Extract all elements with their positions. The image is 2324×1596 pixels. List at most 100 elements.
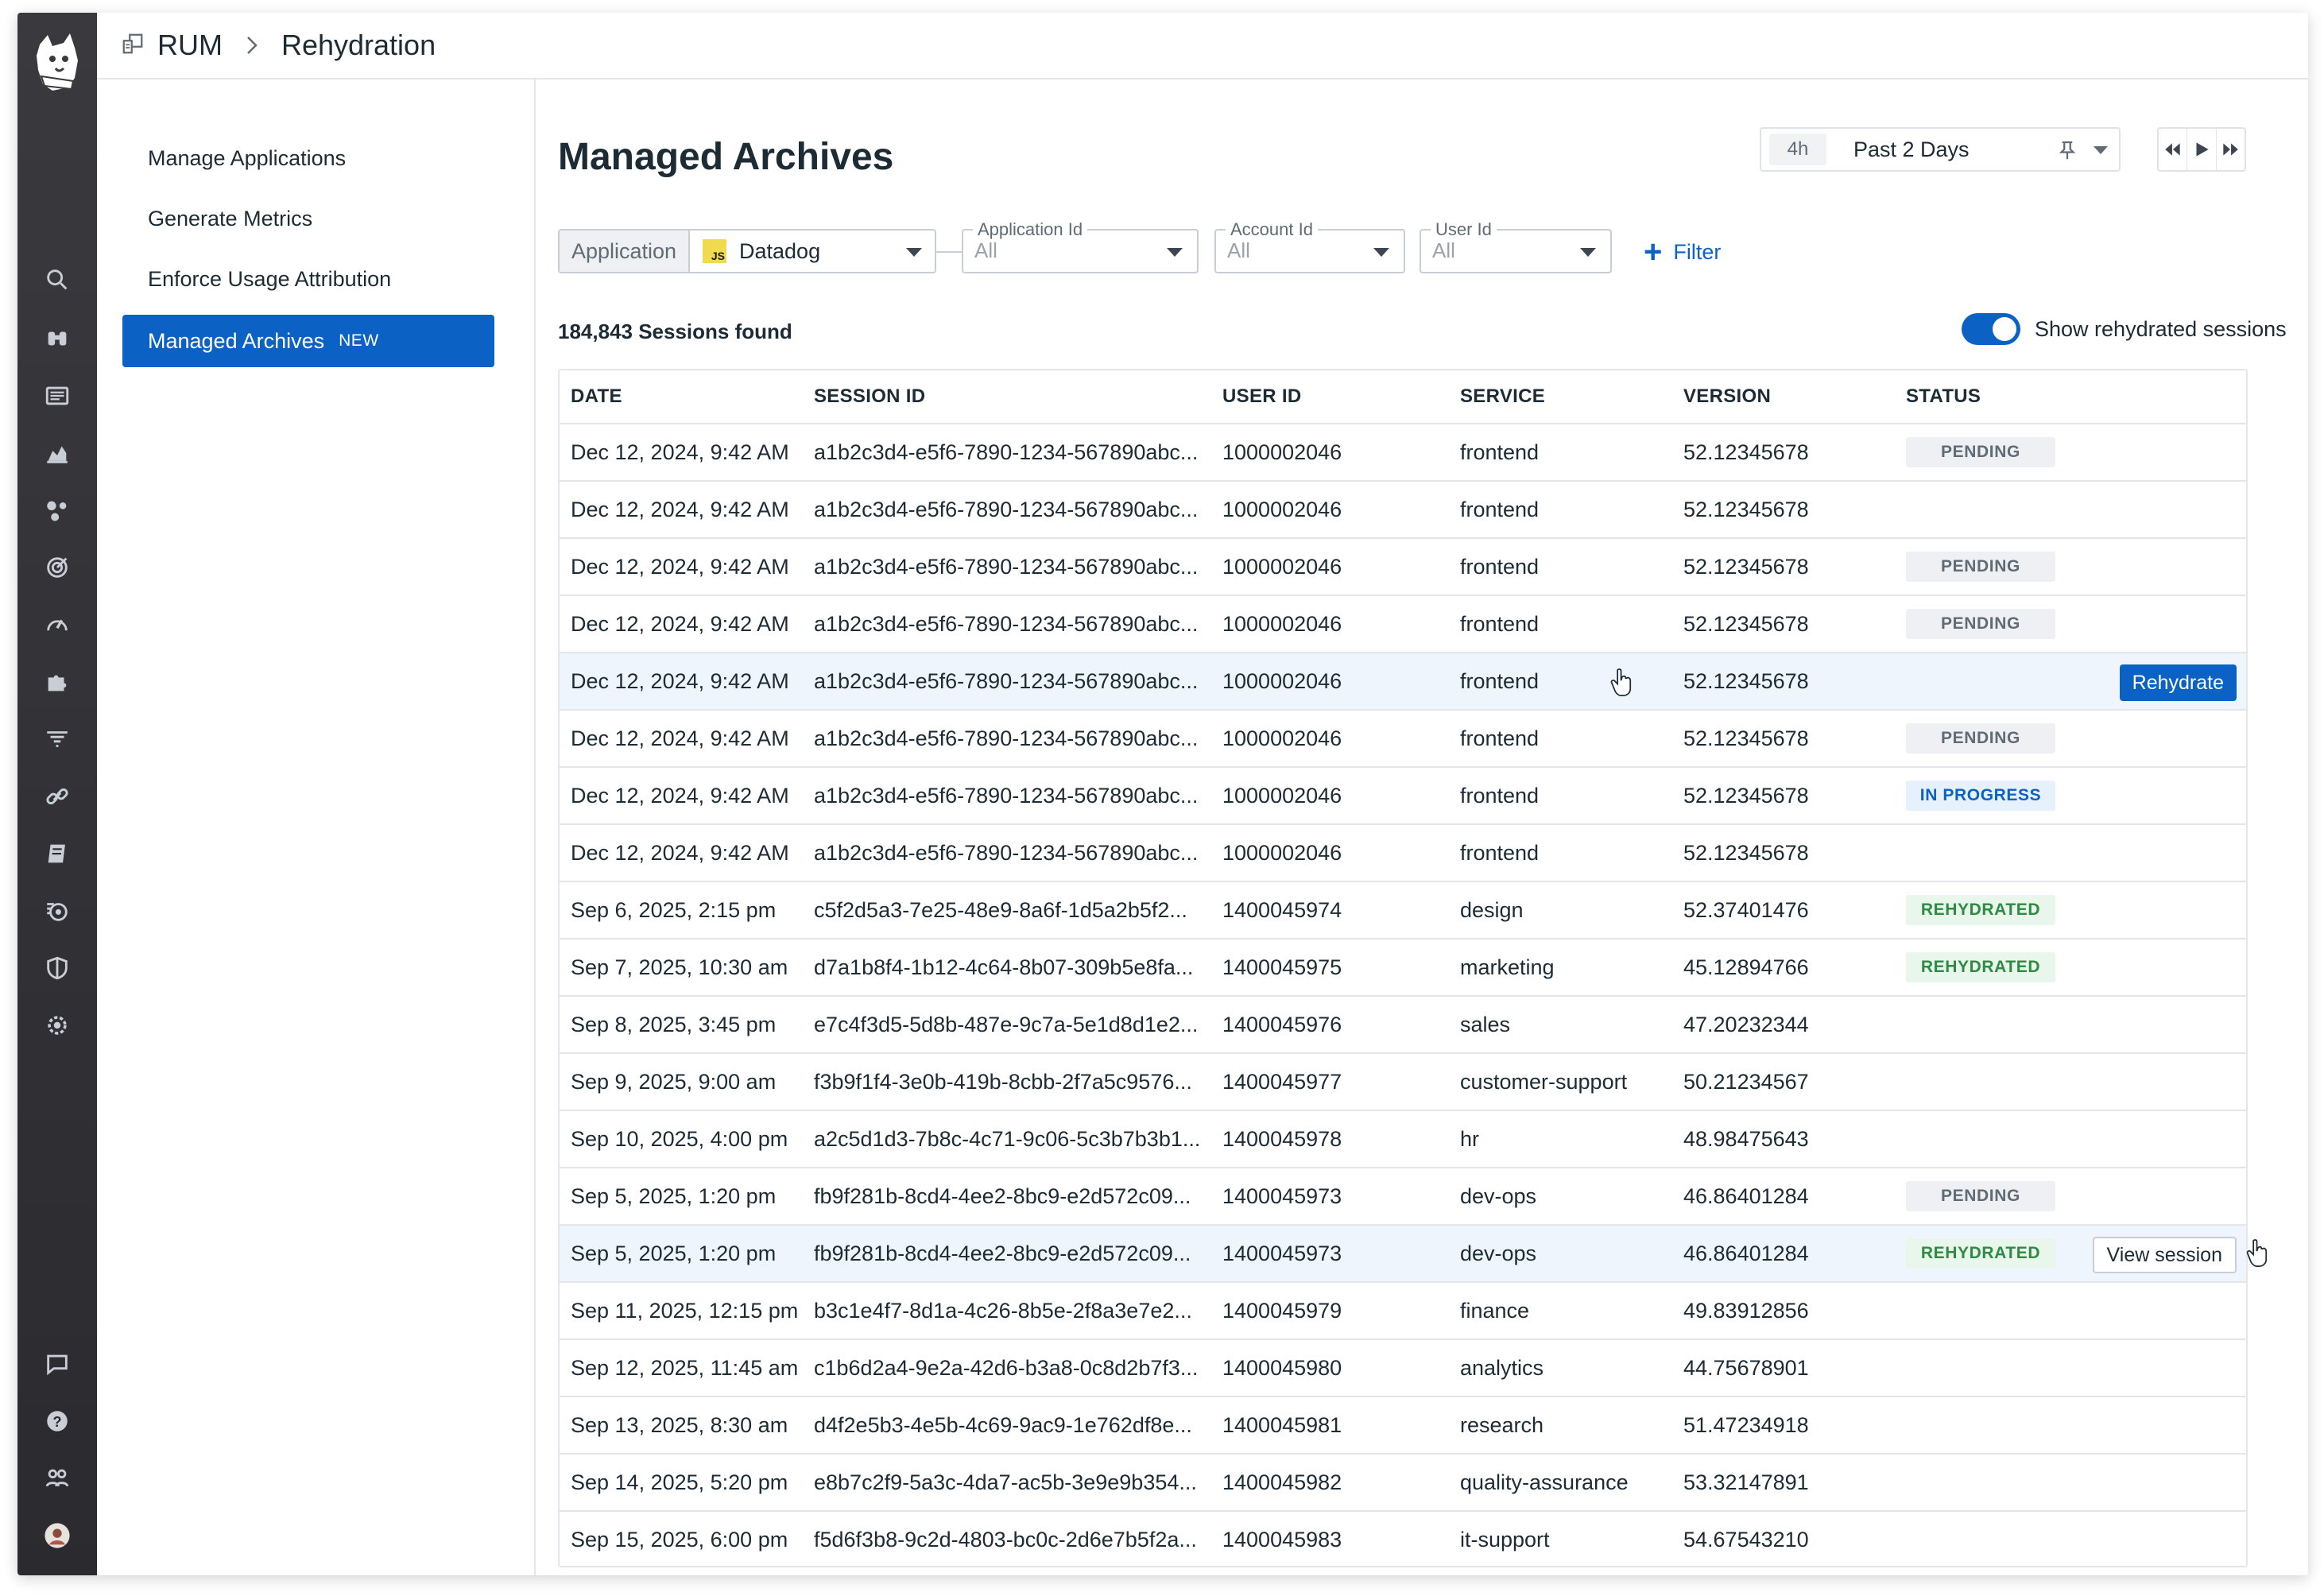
cell-session-id: fb9f281b-8cd4-4ee2-8bc9-e2d572c09...	[814, 1183, 1191, 1208]
table-row[interactable]: Sep 14, 2025, 5:20 pm e8b7c2f9-5a3c-4da7-…	[560, 1455, 2246, 1512]
status-badge: PENDING	[1906, 723, 2055, 753]
cell-service: frontend	[1460, 668, 1540, 693]
user-id-value: All	[1432, 238, 1455, 262]
column-header-version[interactable]: VERSION	[1683, 385, 1906, 408]
table-row[interactable]: Sep 12, 2025, 11:45 am c1b6d2a4-9e2a-42d6…	[560, 1340, 2246, 1397]
time-range-badge: 4h	[1769, 134, 1826, 165]
user-id-filter[interactable]: User Id All	[1420, 219, 1612, 273]
rewind-button[interactable]	[2159, 129, 2186, 170]
cell-date: Sep 10, 2025, 4:00 pm	[571, 1126, 788, 1151]
application-filter-value[interactable]: JS Datadog	[690, 230, 935, 272]
cell-date: Sep 7, 2025, 10:30 am	[571, 955, 788, 979]
cell-user-id: 1400045981	[1222, 1412, 1342, 1437]
cell-date: Sep 5, 2025, 1:20 pm	[571, 1241, 777, 1265]
puzzle-icon[interactable]	[41, 666, 73, 698]
time-picker[interactable]: 4h Past 2 Days	[1760, 127, 2121, 172]
chat-icon[interactable]	[41, 1348, 73, 1380]
cell-session-id: a1b2c3d4-e5f6-7890-1234-567890abc...	[814, 840, 1199, 865]
rehydrate-button[interactable]: Rehydrate	[2119, 664, 2237, 701]
breadcrumb-root[interactable]: RUM	[157, 29, 223, 62]
search-icon[interactable]	[41, 264, 73, 296]
cell-version: 52.12345678	[1683, 611, 1809, 636]
new-badge: NEW	[339, 331, 379, 350]
table-row[interactable]: Sep 15, 2025, 6:00 pm f5d6f3b8-9c2d-4803-…	[560, 1512, 2246, 1566]
account-id-filter[interactable]: Account Id All	[1214, 219, 1405, 273]
subnav-item-generate-metrics[interactable]: Generate Metrics	[122, 192, 494, 245]
chevron-down-icon	[1167, 248, 1183, 257]
watchdog-icon[interactable]	[41, 895, 73, 927]
play-button[interactable]	[2186, 129, 2215, 170]
table-row[interactable]: Dec 12, 2024, 9:42 AM a1b2c3d4-e5f6-7890-…	[560, 825, 2246, 882]
datadog-logo[interactable]	[29, 29, 86, 95]
cell-service: frontend	[1460, 554, 1540, 579]
add-filter-button[interactable]: + Filter	[1644, 232, 1721, 272]
sessions-count: 184,843 Sessions found	[558, 320, 792, 343]
filter-icon[interactable]	[41, 723, 73, 755]
view-session-button[interactable]: View session	[2092, 1237, 2237, 1273]
table-body: Dec 12, 2024, 9:42 AM a1b2c3d4-e5f6-7890-…	[560, 424, 2246, 1566]
binoculars-icon[interactable]	[41, 323, 73, 354]
table-row[interactable]: Dec 12, 2024, 9:42 AM a1b2c3d4-e5f6-7890-…	[560, 768, 2246, 825]
cell-date: Dec 12, 2024, 9:42 AM	[571, 783, 789, 808]
application-filter[interactable]: Application JS Datadog	[558, 229, 936, 273]
cell-status: PENDING	[1906, 609, 2105, 639]
cell-session-id: a1b2c3d4-e5f6-7890-1234-567890abc...	[814, 611, 1199, 636]
table-row[interactable]: Dec 12, 2024, 9:42 AM a1b2c3d4-e5f6-7890-…	[560, 424, 2246, 482]
page-title: Managed Archives	[558, 136, 894, 178]
table-row[interactable]: Sep 8, 2025, 3:45 pm e7c4f3d5-5d8b-487e-9…	[560, 997, 2246, 1054]
chevron-down-icon[interactable]	[2094, 146, 2108, 154]
table-row[interactable]: Dec 12, 2024, 9:42 AM a1b2c3d4-e5f6-7890-…	[560, 482, 2246, 539]
user-avatar[interactable]	[41, 1520, 73, 1551]
column-header-user-id[interactable]: USER ID	[1222, 385, 1460, 408]
subnav-item-label: Generate Metrics	[148, 206, 313, 230]
column-header-session-id[interactable]: SESSION ID	[814, 385, 1222, 408]
shield-icon[interactable]	[41, 952, 73, 984]
table-row[interactable]: Sep 5, 2025, 1:20 pm fb9f281b-8cd4-4ee2-8…	[560, 1168, 2246, 1226]
table-row[interactable]: Sep 7, 2025, 10:30 am d7a1b8f4-1b12-4c64-…	[560, 939, 2246, 997]
cell-status: REHYDRATED	[1906, 895, 2105, 925]
column-header-service[interactable]: SERVICE	[1460, 385, 1683, 408]
cell-session-id: a1b2c3d4-e5f6-7890-1234-567890abc...	[814, 668, 1199, 693]
logs-icon[interactable]	[41, 380, 73, 412]
cell-service: frontend	[1460, 611, 1540, 636]
show-rehydrated-toggle[interactable]	[1962, 313, 2020, 345]
table-row[interactable]: Sep 9, 2025, 9:00 am f3b9f1f4-3e0b-419b-8…	[560, 1054, 2246, 1111]
cell-user-id: 1000002046	[1222, 554, 1342, 579]
table-row[interactable]: Sep 11, 2025, 12:15 pm b3c1e4f7-8d1a-4c26…	[560, 1283, 2246, 1340]
global-nav: ?	[17, 13, 97, 1575]
table-row[interactable]: Dec 12, 2024, 9:42 AM a1b2c3d4-e5f6-7890-…	[560, 711, 2246, 768]
help-icon[interactable]: ?	[41, 1405, 73, 1437]
target-icon[interactable]	[41, 552, 73, 583]
team-icon[interactable]	[41, 1462, 73, 1494]
table-row[interactable]: Dec 12, 2024, 9:42 AM a1b2c3d4-e5f6-7890-…	[560, 539, 2246, 596]
cell-version: 52.12345678	[1683, 783, 1809, 808]
fast-forward-button[interactable]	[2215, 129, 2245, 170]
status-badge: PENDING	[1906, 609, 2055, 639]
table-row[interactable]: Dec 12, 2024, 9:42 AM a1b2c3d4-e5f6-7890-…	[560, 653, 2246, 711]
cell-session-id: e8b7c2f9-5a3c-4da7-ac5b-3e9e9b354...	[814, 1470, 1197, 1494]
gear-icon[interactable]	[41, 1009, 73, 1041]
table-row[interactable]: Sep 10, 2025, 4:00 pm a2c5d1d3-7b8c-4c71-…	[560, 1111, 2246, 1168]
cell-version: 50.21234567	[1683, 1069, 1809, 1094]
link-icon[interactable]	[41, 781, 73, 812]
subnav-item-manage-applications[interactable]: Manage Applications	[122, 132, 494, 184]
cell-user-id: 1000002046	[1222, 840, 1342, 865]
notebook-icon[interactable]	[41, 838, 73, 870]
gauge-icon[interactable]	[41, 609, 73, 641]
cell-status: REHYDRATED	[1906, 1238, 2105, 1269]
table-row[interactable]: Sep 13, 2025, 8:30 am d4f2e5b3-4e5b-4c69-…	[560, 1397, 2246, 1455]
table-row[interactable]: Dec 12, 2024, 9:42 AM a1b2c3d4-e5f6-7890-…	[560, 596, 2246, 653]
application-id-filter[interactable]: Application Id All	[962, 219, 1199, 273]
chart-icon[interactable]	[41, 437, 73, 469]
breadcrumb: RUM Rehydration	[97, 13, 2308, 79]
cell-service: dev-ops	[1460, 1183, 1537, 1208]
subnav-item-managed-archives[interactable]: Managed Archives NEW	[122, 315, 494, 367]
table-row[interactable]: Sep 6, 2025, 2:15 pm c5f2d5a3-7e25-48e9-8…	[560, 882, 2246, 939]
services-icon[interactable]	[41, 494, 73, 526]
table-row[interactable]: Sep 5, 2025, 1:20 pm fb9f281b-8cd4-4ee2-8…	[560, 1226, 2246, 1283]
column-header-date[interactable]: DATE	[560, 385, 814, 408]
cell-user-id: 1000002046	[1222, 440, 1342, 464]
subnav-item-enforce-usage-attribution[interactable]: Enforce Usage Attribution	[122, 253, 494, 305]
column-header-status[interactable]: STATUS	[1906, 385, 2105, 408]
pin-icon[interactable]	[2055, 138, 2079, 162]
